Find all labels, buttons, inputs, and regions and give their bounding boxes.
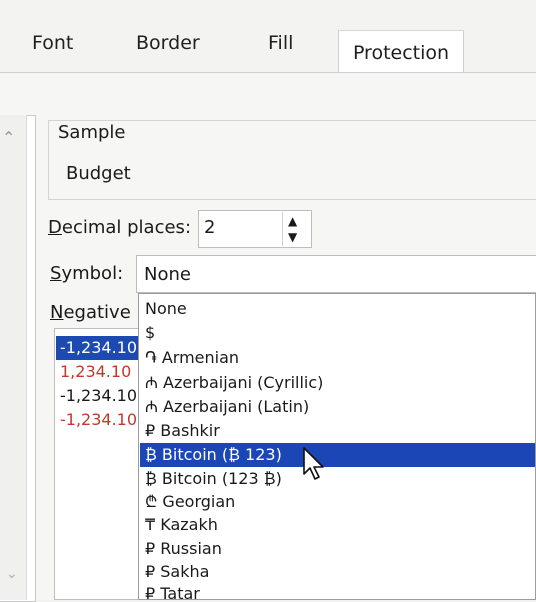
dropdown-option[interactable]: ₼ Azerbaijani (Cyrillic) (145, 371, 323, 394)
scroll-up-icon[interactable]: ⌃ (2, 128, 15, 147)
dropdown-option[interactable]: ֏ Armenian (145, 346, 239, 369)
dropdown-option[interactable]: $ (145, 321, 155, 344)
negative-numbers-label: Negative n (50, 302, 138, 323)
tab-fill[interactable]: Fill (268, 32, 293, 68)
symbol-label: Symbol: (50, 263, 124, 284)
dropdown-option[interactable]: ₾ Georgian (145, 490, 235, 513)
decimal-places-value[interactable]: 2 (204, 217, 215, 238)
dropdown-option[interactable]: ₽ Tatar (145, 582, 200, 599)
negative-option[interactable]: 1,234.10 (60, 362, 131, 381)
sample-value: Budget (66, 163, 131, 184)
spin-down-icon[interactable]: ▼ (288, 230, 297, 244)
spin-up-icon[interactable]: ▲ (288, 214, 297, 228)
sample-label: Sample (56, 122, 128, 143)
dropdown-option[interactable]: ₽ Bashkir (145, 419, 220, 442)
dropdown-option-selected[interactable]: ₿ Bitcoin (₿ 123) (145, 443, 282, 466)
negative-option[interactable]: -1,234.10 (60, 338, 137, 357)
tab-protection[interactable]: Protection (338, 30, 464, 73)
symbol-select-value[interactable]: None (144, 264, 191, 285)
dropdown-option[interactable]: ₿ Bitcoin (123 ₿) (145, 467, 282, 490)
dropdown-option[interactable]: ₸ Kazakh (145, 513, 218, 536)
scroll-down-icon[interactable]: ⌄ (6, 566, 18, 582)
category-scrollbar[interactable] (0, 115, 27, 600)
dropdown-option[interactable]: ₽ Sakha (145, 560, 209, 583)
dropdown-option[interactable]: None (145, 297, 187, 320)
decimal-places-label: Decimal places: (48, 217, 192, 238)
tab-font[interactable]: Font (32, 32, 73, 68)
symbol-select[interactable] (136, 255, 536, 293)
symbol-dropdown-list[interactable]: None $ ֏ Armenian ₼ Azerbaijani (Cyrilli… (138, 293, 536, 600)
dropdown-option[interactable]: ₼ Azerbaijani (Latin) (145, 395, 309, 418)
mouse-pointer-icon (303, 447, 324, 480)
dropdown-option[interactable]: ₽ Russian (145, 537, 222, 560)
tab-border[interactable]: Border (136, 32, 200, 68)
negative-option[interactable]: -1,234.10 (60, 410, 137, 429)
negative-option[interactable]: -1,234.10 (60, 386, 137, 405)
